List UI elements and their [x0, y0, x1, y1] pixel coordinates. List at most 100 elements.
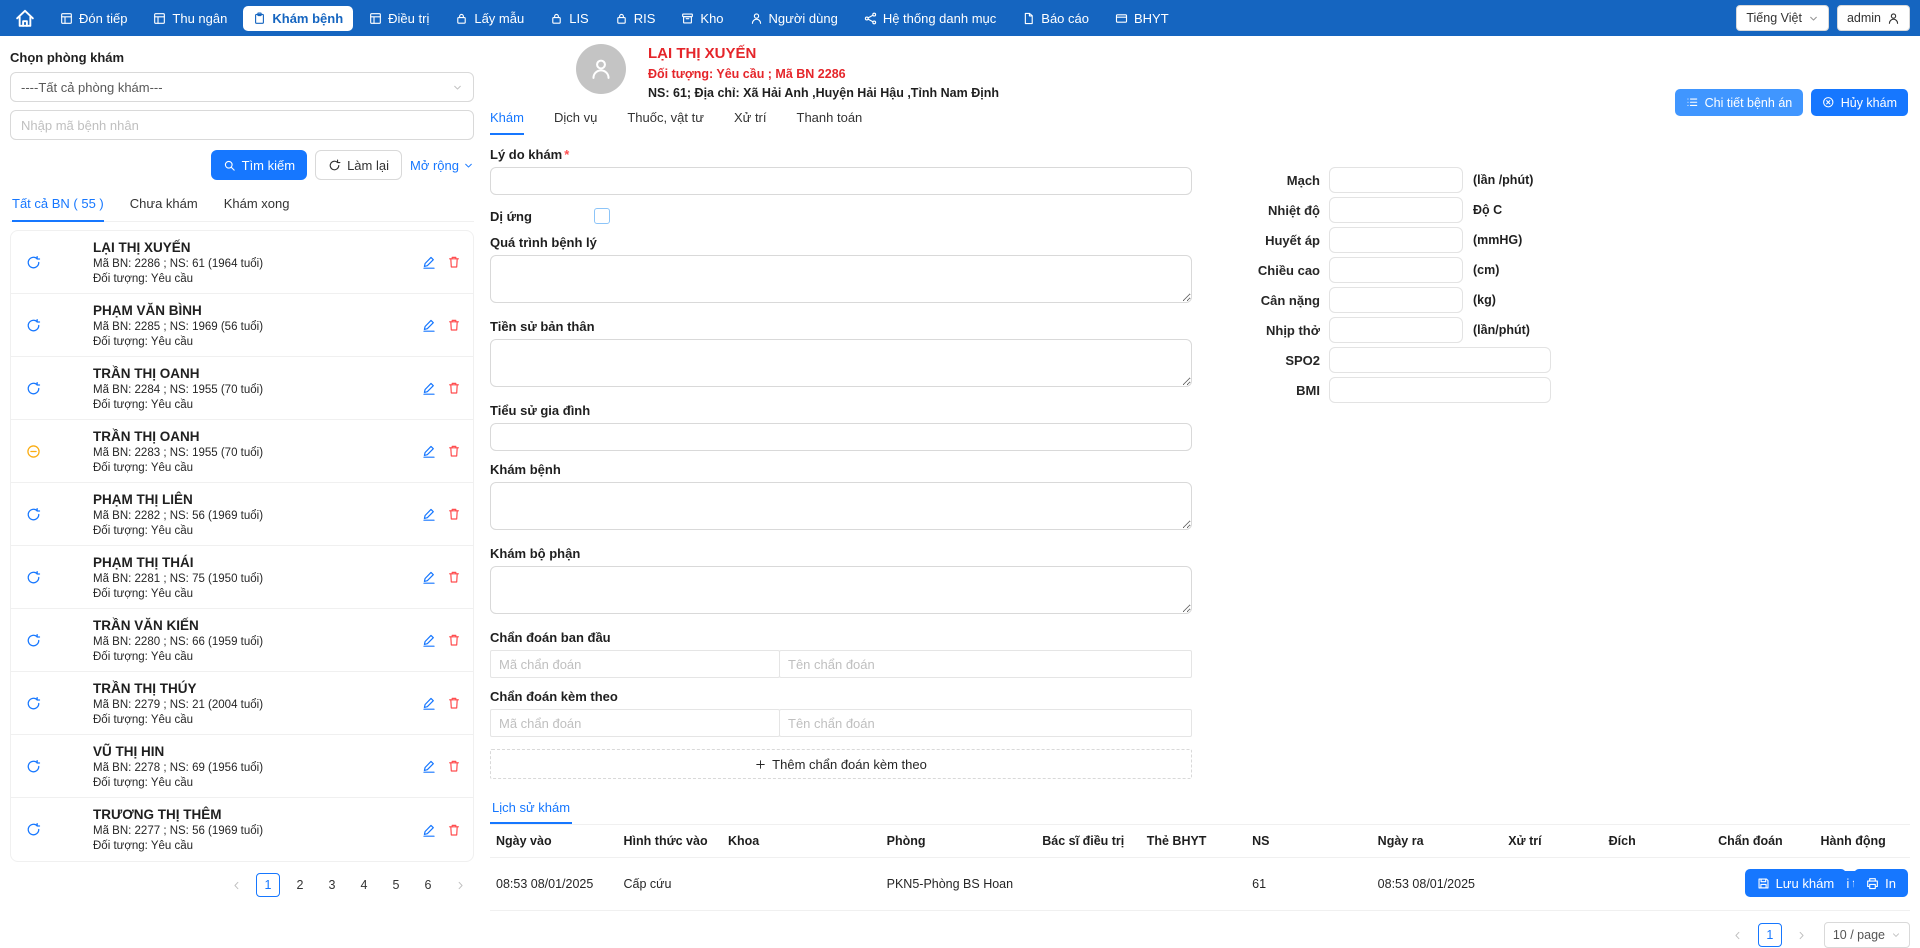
print-button[interactable]: In — [1854, 869, 1908, 897]
prev-page-icon[interactable] — [1726, 923, 1750, 947]
trash-icon[interactable] — [447, 759, 461, 773]
initial-diagnosis-code-input[interactable] — [490, 650, 780, 678]
pencil-icon[interactable] — [422, 633, 436, 647]
patient-list-item[interactable]: VŨ THỊ HIN Mã BN: 2278 ; NS: 69 (1956 tuổ… — [11, 735, 473, 798]
pencil-icon[interactable] — [422, 255, 436, 269]
patient-list-item[interactable]: TRẦN VĂN KIẾN Mã BN: 2280 ; NS: 66 (1959 … — [11, 609, 473, 672]
nav-item[interactable]: Khám bệnh — [243, 5, 354, 31]
patient-page-2[interactable]: 2 — [288, 873, 312, 897]
person-icon — [589, 57, 613, 81]
trash-icon[interactable] — [447, 255, 461, 269]
vital-input[interactable] — [1329, 347, 1551, 373]
patient-page-3[interactable]: 3 — [320, 873, 344, 897]
pencil-icon[interactable] — [422, 696, 436, 710]
exam-tab[interactable]: Khám — [490, 110, 524, 135]
nav-item[interactable]: Kho — [671, 6, 733, 31]
trash-icon[interactable] — [447, 570, 461, 584]
chevron-down-icon — [452, 82, 463, 93]
patient-list-item[interactable]: TRẦN THỊ OANH Mã BN: 2283 ; NS: 1955 (70 … — [11, 420, 473, 483]
page-size-select[interactable]: 10 / page — [1823, 922, 1910, 948]
exam-tab[interactable]: Thuốc, vật tư — [627, 110, 704, 135]
nav-item[interactable]: Thu ngân — [143, 6, 237, 31]
patient-page-6[interactable]: 6 — [416, 873, 440, 897]
nav-item[interactable]: BHYT — [1105, 6, 1179, 31]
history-page-1[interactable]: 1 — [1757, 923, 1782, 947]
save-exam-button[interactable]: Lưu khám — [1744, 869, 1847, 897]
exam-tab[interactable]: Xử trí — [734, 110, 767, 135]
vital-input[interactable] — [1329, 197, 1463, 223]
trash-icon[interactable] — [447, 444, 461, 458]
trash-icon[interactable] — [447, 381, 461, 395]
patient-list-item[interactable]: PHẠM VĂN BÌNH Mã BN: 2285 ; NS: 1969 (56 … — [11, 294, 473, 357]
patient-list-item[interactable]: PHẠM THỊ LIÊN Mã BN: 2282 ; NS: 56 (1969 … — [11, 483, 473, 546]
nav-item[interactable]: RIS — [605, 6, 666, 31]
chevron-left-icon[interactable] — [224, 873, 248, 897]
trash-icon[interactable] — [447, 823, 461, 837]
pencil-icon[interactable] — [422, 507, 436, 521]
patient-list-tab[interactable]: Tất cả BN ( 55 ) — [12, 196, 104, 222]
patient-list-item[interactable]: LẠI THỊ XUYẾN Mã BN: 2286 ; NS: 61 (1964 … — [11, 231, 473, 294]
print-button-label: In — [1885, 875, 1896, 891]
pathology-textarea[interactable] — [490, 255, 1192, 303]
vital-input[interactable] — [1329, 287, 1463, 313]
patient-item-subject: Đối tượng: Yêu cầu — [93, 776, 194, 789]
patient-page-1[interactable]: 1 — [256, 873, 280, 897]
exam-parts-textarea[interactable] — [490, 566, 1192, 614]
patient-list-item[interactable]: TRẦN THỊ OANH Mã BN: 2284 ; NS: 1955 (70 … — [11, 357, 473, 420]
patient-list-tab[interactable]: Chưa khám — [130, 196, 198, 222]
vital-input[interactable] — [1329, 227, 1463, 253]
secondary-diagnosis-name-input[interactable] — [779, 709, 1192, 737]
trash-icon[interactable] — [447, 696, 461, 710]
home-icon[interactable] — [14, 7, 36, 29]
secondary-diagnosis-code-input[interactable] — [490, 709, 780, 737]
expand-link[interactable]: Mở rộng — [410, 158, 474, 173]
trash-icon[interactable] — [447, 633, 461, 647]
pencil-icon[interactable] — [422, 381, 436, 395]
nav-item[interactable]: LIS — [540, 6, 599, 31]
language-select[interactable]: Tiếng Việt — [1736, 5, 1829, 31]
reset-button[interactable]: Làm lại — [315, 150, 402, 180]
family-history-input[interactable] — [490, 423, 1192, 451]
nav-item[interactable]: Hệ thống danh mục — [854, 6, 1006, 31]
exam-textarea[interactable] — [490, 482, 1192, 530]
next-page-icon[interactable] — [1790, 923, 1814, 947]
patient-page-5[interactable]: 5 — [384, 873, 408, 897]
patient-code-input[interactable] — [10, 110, 474, 140]
vital-input[interactable] — [1329, 317, 1463, 343]
nav-item[interactable]: Báo cáo — [1012, 6, 1099, 31]
nav-item[interactable]: Đón tiếp — [50, 6, 137, 31]
patient-list-tab[interactable]: Khám xong — [224, 196, 290, 222]
exam-tab[interactable]: Dịch vụ — [554, 110, 597, 135]
clinic-select[interactable]: ----Tất cả phòng khám--- — [10, 72, 474, 102]
pencil-icon[interactable] — [422, 823, 436, 837]
history-tab[interactable]: Lịch sử khám — [490, 800, 573, 824]
personal-history-textarea[interactable] — [490, 339, 1192, 387]
patient-list-item[interactable]: PHẠM THỊ THÁI Mã BN: 2281 ; NS: 75 (1950 … — [11, 546, 473, 609]
exam-tab[interactable]: Thanh toán — [797, 110, 863, 135]
patient-page-4[interactable]: 4 — [352, 873, 376, 897]
trash-icon[interactable] — [447, 318, 461, 332]
chevron-right-icon[interactable] — [448, 873, 472, 897]
nav-item[interactable]: Lấy mẫu — [445, 6, 534, 31]
pencil-icon[interactable] — [422, 570, 436, 584]
user-menu[interactable]: admin — [1836, 5, 1910, 31]
patient-list-item[interactable]: TRẦN THỊ THÚY Mã BN: 2279 ; NS: 21 (2004 … — [11, 672, 473, 735]
user-icon — [1887, 12, 1900, 25]
trash-icon[interactable] — [447, 507, 461, 521]
add-diagnosis-button[interactable]: Thêm chẩn đoán kèm theo — [490, 749, 1192, 779]
nav-item[interactable]: Người dùng — [740, 6, 848, 31]
reason-input[interactable] — [490, 167, 1192, 195]
pencil-icon[interactable] — [422, 318, 436, 332]
nav-item[interactable]: Điều trị — [359, 6, 439, 31]
cancel-exam-button[interactable]: Hủy khám — [1811, 89, 1908, 116]
pencil-icon[interactable] — [422, 444, 436, 458]
search-button[interactable]: Tìm kiếm — [210, 150, 308, 180]
initial-diagnosis-name-input[interactable] — [779, 650, 1192, 678]
vital-input[interactable] — [1329, 167, 1463, 193]
allergy-checkbox[interactable] — [594, 208, 610, 224]
pencil-icon[interactable] — [422, 759, 436, 773]
vital-input[interactable] — [1329, 377, 1551, 403]
medical-record-detail-button[interactable]: Chi tiết bệnh án — [1675, 89, 1804, 116]
vital-input[interactable] — [1329, 257, 1463, 283]
patient-list-item[interactable]: TRƯƠNG THỊ THÊM Mã BN: 2277 ; NS: 56 (196… — [11, 798, 473, 861]
